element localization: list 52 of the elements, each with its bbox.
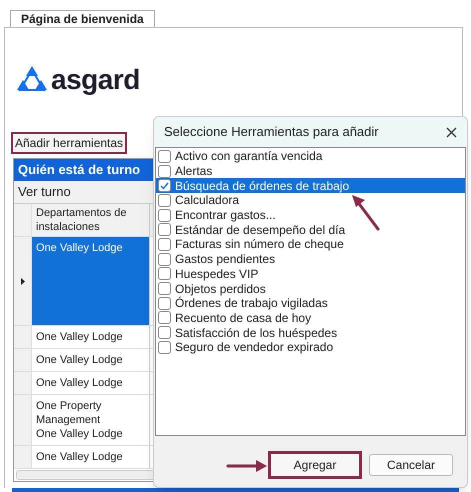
- check-icon: [160, 182, 169, 190]
- tool-list-item[interactable]: Seguro de vendedor expirado: [156, 340, 465, 355]
- checkbox[interactable]: [158, 164, 171, 178]
- tool-label: Alertas: [174, 164, 214, 178]
- page-tab[interactable]: Página de bienvenida: [10, 10, 155, 27]
- checkbox[interactable]: [158, 194, 171, 207]
- dialog-button[interactable]: Agregar: [268, 451, 362, 479]
- tool-label: Huespedes VIP: [174, 266, 260, 281]
- dialog-title: Seleccione Herramientas para añadir: [164, 123, 379, 142]
- tool-label: Seguro de vendedor expirado: [174, 340, 334, 354]
- checkbox[interactable]: [158, 267, 171, 280]
- tool-list-item[interactable]: Recuento de casa de hoy: [156, 310, 465, 326]
- arrow-annotation: [226, 459, 268, 473]
- checkbox[interactable]: [158, 223, 171, 236]
- tool-label: Órdenes de trabajo vigiladas: [174, 296, 329, 310]
- column-header: Departamentos de instalaciones: [32, 204, 150, 236]
- checkbox[interactable]: [158, 179, 171, 192]
- tool-list-item[interactable]: Satisfacción de los huéspedes: [156, 325, 465, 340]
- checkbox[interactable]: [158, 238, 171, 251]
- tool-label: Facturas sin número de cheque: [174, 237, 345, 252]
- checkbox[interactable]: [158, 282, 171, 296]
- tool-list-item[interactable]: Órdenes de trabajo vigiladas: [156, 296, 465, 311]
- checkbox[interactable]: [158, 311, 171, 324]
- dialog-button[interactable]: Cancelar: [369, 454, 453, 476]
- checkbox[interactable]: [158, 326, 171, 340]
- tool-list-item[interactable]: Búsqueda de órdenes de trabajo: [156, 178, 465, 194]
- tool-list-item[interactable]: Facturas sin número de cheque: [156, 237, 465, 252]
- tool-list-item[interactable]: Encontrar gastos...: [156, 208, 465, 222]
- tool-label: Calculadora: [174, 193, 240, 208]
- add-tools-button[interactable]: Añadir herramientas: [11, 132, 128, 154]
- tool-label: Recuento de casa de hoy: [174, 310, 312, 325]
- tool-label: Estándar de desempeño del día: [174, 222, 346, 237]
- tool-label: Activo con garantía vencida: [174, 149, 324, 164]
- tool-label: Objetos perdidos: [174, 282, 267, 296]
- checkbox[interactable]: [158, 340, 171, 354]
- logo-text: asgard: [51, 65, 140, 95]
- checkbox[interactable]: [158, 208, 171, 222]
- tool-list-item[interactable]: Objetos perdidos: [156, 281, 465, 296]
- tool-label: Gastos pendientes: [174, 252, 276, 266]
- checkbox[interactable]: [158, 252, 171, 266]
- tool-label: Satisfacción de los huéspedes: [174, 326, 338, 340]
- checkbox[interactable]: [158, 150, 171, 163]
- tool-list-item[interactable]: Huespedes VIP: [156, 266, 465, 282]
- tool-label: Búsqueda de órdenes de trabajo: [174, 178, 350, 193]
- tool-label: Encontrar gastos...: [174, 208, 277, 222]
- table-cell[interactable]: One Valley Lodge: [32, 237, 150, 325]
- logo-icon: [17, 66, 47, 94]
- checkbox[interactable]: [158, 296, 171, 310]
- tool-list-item[interactable]: Gastos pendientes: [156, 252, 465, 266]
- tool-list-item[interactable]: Estándar de desempeño del día: [156, 222, 465, 238]
- close-icon[interactable]: [446, 126, 457, 138]
- row-indicator-icon: [20, 278, 24, 284]
